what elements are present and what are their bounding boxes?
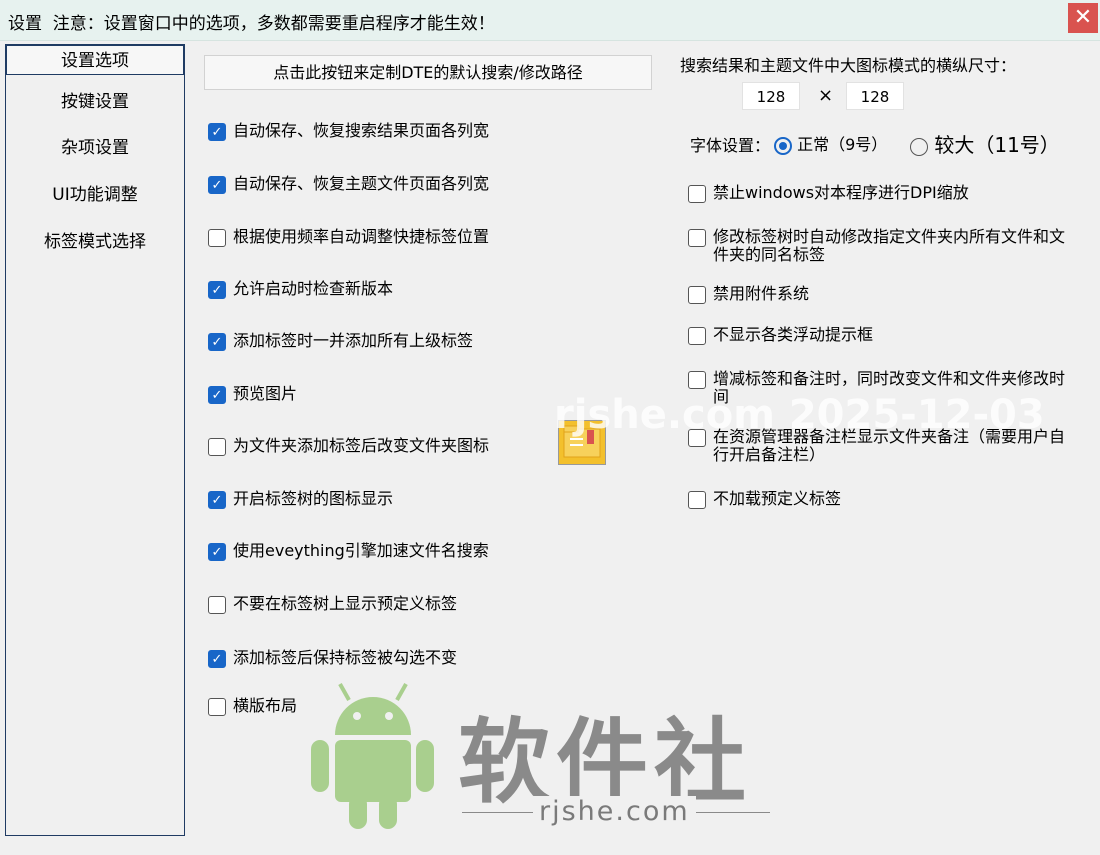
option-checkbox-row[interactable]: 不显示各类浮动提示框 bbox=[688, 326, 1078, 345]
option-checkbox-row[interactable]: 为文件夹添加标签后改变文件夹图标 bbox=[208, 437, 568, 456]
sidebar-item-misc-settings[interactable]: 杂项设置 bbox=[6, 133, 184, 158]
watermark-line bbox=[462, 812, 770, 813]
option-label: 开启标签树的图标显示 bbox=[233, 489, 394, 508]
icon-width-input[interactable]: 128 bbox=[742, 82, 800, 110]
option-checkbox-row[interactable]: ✓ 开启标签树的图标显示 bbox=[208, 490, 568, 509]
checkbox-unchecked-icon[interactable] bbox=[208, 438, 226, 456]
checkbox-checked-icon[interactable]: ✓ bbox=[208, 333, 226, 351]
close-button[interactable]: ✕ bbox=[1068, 3, 1098, 33]
option-checkbox-row[interactable]: 横版布局 bbox=[208, 697, 568, 716]
option-checkbox-row[interactable]: 不要在标签树上显示预定义标签 bbox=[208, 595, 568, 614]
radio-selected-icon bbox=[774, 136, 792, 155]
checkbox-unchecked-icon[interactable] bbox=[688, 491, 706, 509]
window-title: 设置 注意：设置窗口中的选项，多数都需要重启程序才能生效！ bbox=[8, 14, 495, 34]
option-label: 不要在标签树上显示预定义标签 bbox=[233, 594, 458, 613]
option-checkbox-row[interactable]: 禁用附件系统 bbox=[688, 285, 1078, 304]
title-bar: 设置 注意：设置窗口中的选项，多数都需要重启程序才能生效！ ✕ bbox=[0, 0, 1100, 41]
font-setting-label: 字体设置： bbox=[690, 136, 771, 155]
option-checkbox-row[interactable]: 根据使用频率自动调整快捷标签位置 bbox=[208, 228, 568, 247]
radio-unselected-icon bbox=[910, 137, 928, 156]
checkbox-checked-icon[interactable]: ✓ bbox=[208, 543, 226, 561]
option-checkbox-row[interactable]: ✓ 允许启动时检查新版本 bbox=[208, 280, 568, 299]
checkbox-unchecked-icon[interactable] bbox=[688, 185, 706, 203]
option-checkbox-row[interactable]: 修改标签树时自动修改指定文件夹内所有文件和文件夹的同名标签 bbox=[688, 228, 1078, 264]
option-checkbox-row[interactable]: ✓ 自动保存、恢复搜索结果页面各列宽 bbox=[208, 122, 568, 141]
sidebar-item-tag-mode[interactable]: 标签模式选择 bbox=[6, 227, 184, 252]
option-checkbox-row[interactable]: ✓ 自动保存、恢复主题文件页面各列宽 bbox=[208, 175, 568, 194]
checkbox-checked-icon[interactable]: ✓ bbox=[208, 491, 226, 509]
watermark-domain: rjshe.com bbox=[533, 796, 696, 827]
option-label: 预览图片 bbox=[233, 384, 298, 403]
checkbox-unchecked-icon[interactable] bbox=[688, 286, 706, 304]
option-checkbox-row[interactable]: 禁止windows对本程序进行DPI缩放 bbox=[688, 184, 1078, 203]
checkbox-unchecked-icon[interactable] bbox=[688, 229, 706, 247]
font-large-label: 较大（11号） bbox=[934, 133, 1060, 157]
custom-search-path-button[interactable]: 点击此按钮来定制DTE的默认搜索/修改路径 bbox=[204, 55, 652, 90]
sidebar-item-ui-adjust[interactable]: UI功能调整 bbox=[6, 180, 184, 205]
checkbox-checked-icon[interactable]: ✓ bbox=[208, 281, 226, 299]
checkbox-unchecked-icon[interactable] bbox=[688, 371, 706, 389]
checkbox-checked-icon[interactable]: ✓ bbox=[208, 176, 226, 194]
option-label: 允许启动时检查新版本 bbox=[233, 279, 394, 298]
option-checkbox-row[interactable]: ✓ 添加标签时一并添加所有上级标签 bbox=[208, 332, 568, 351]
checkbox-unchecked-icon[interactable] bbox=[208, 698, 226, 716]
option-label: 自动保存、恢复搜索结果页面各列宽 bbox=[233, 121, 490, 140]
option-label: 根据使用频率自动调整快捷标签位置 bbox=[233, 227, 490, 246]
option-label: 禁用附件系统 bbox=[713, 284, 810, 303]
option-label: 自动保存、恢复主题文件页面各列宽 bbox=[233, 174, 490, 193]
checkbox-unchecked-icon[interactable] bbox=[208, 229, 226, 247]
option-label: 使用eveything引擎加速文件名搜索 bbox=[233, 541, 489, 560]
option-checkbox-row[interactable]: ✓ 添加标签后保持标签被勾选不变 bbox=[208, 649, 568, 668]
checkbox-checked-icon[interactable]: ✓ bbox=[208, 650, 226, 668]
option-label: 修改标签树时自动修改指定文件夹内所有文件和文件夹的同名标签 bbox=[713, 227, 1066, 264]
option-checkbox-row[interactable]: 增减标签和备注时，同时改变文件和文件夹修改时间 bbox=[688, 370, 1078, 406]
option-label: 横版布局 bbox=[233, 696, 298, 715]
folder-tag-icon bbox=[558, 420, 606, 465]
option-label: 在资源管理器备注栏显示文件夹备注（需要用户自行开启备注栏） bbox=[713, 427, 1066, 464]
option-checkbox-row[interactable]: 在资源管理器备注栏显示文件夹备注（需要用户自行开启备注栏） bbox=[688, 428, 1078, 464]
checkbox-unchecked-icon[interactable] bbox=[688, 429, 706, 447]
option-checkbox-row[interactable]: 不加载预定义标签 bbox=[688, 490, 1078, 509]
icon-height-input[interactable]: 128 bbox=[846, 82, 904, 110]
sidebar: 设置选项 按键设置 杂项设置 UI功能调整 标签模式选择 bbox=[5, 44, 185, 836]
option-label: 禁止windows对本程序进行DPI缩放 bbox=[713, 183, 969, 202]
checkbox-unchecked-icon[interactable] bbox=[688, 327, 706, 345]
font-normal-label: 正常（9号） bbox=[797, 135, 888, 154]
font-normal-radio[interactable]: 正常（9号） bbox=[774, 131, 887, 155]
option-label: 增减标签和备注时，同时改变文件和文件夹修改时间 bbox=[713, 369, 1066, 406]
checkbox-unchecked-icon[interactable] bbox=[208, 596, 226, 614]
option-label: 添加标签时一并添加所有上级标签 bbox=[233, 331, 474, 350]
option-label: 不显示各类浮动提示框 bbox=[713, 325, 874, 344]
option-checkbox-row[interactable]: ✓ 使用eveything引擎加速文件名搜索 bbox=[208, 542, 568, 561]
checkbox-checked-icon[interactable]: ✓ bbox=[208, 386, 226, 404]
times-symbol: × bbox=[818, 85, 834, 106]
option-label: 添加标签后保持标签被勾选不变 bbox=[233, 648, 458, 667]
sidebar-item-settings-options[interactable]: 设置选项 bbox=[6, 45, 184, 75]
icon-size-label: 搜索结果和主题文件中大图标模式的横纵尺寸： bbox=[680, 56, 1017, 75]
checkbox-checked-icon[interactable]: ✓ bbox=[208, 123, 226, 141]
font-large-radio[interactable]: 较大（11号） bbox=[910, 129, 1060, 158]
sidebar-item-key-settings[interactable]: 按键设置 bbox=[6, 87, 184, 112]
option-checkbox-row[interactable]: ✓ 预览图片 bbox=[208, 385, 568, 404]
option-label: 不加载预定义标签 bbox=[713, 489, 842, 508]
option-label: 为文件夹添加标签后改变文件夹图标 bbox=[233, 436, 490, 455]
